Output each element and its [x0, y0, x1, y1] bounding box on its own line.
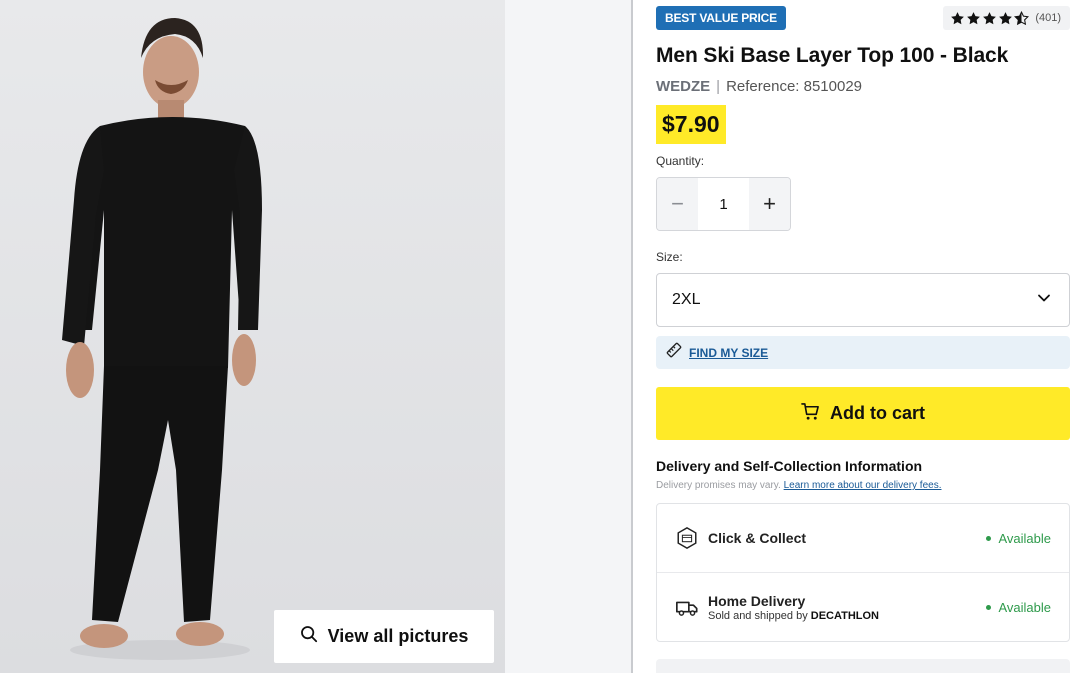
availability-label: Available	[998, 530, 1051, 546]
delivery-option-name: Home Delivery	[708, 593, 806, 609]
delivery-options: Click & Collect Available Home Delivery …	[656, 503, 1070, 642]
star-rating	[950, 10, 1030, 26]
star-icon	[967, 11, 981, 24]
availability-status: Available	[986, 531, 1051, 546]
size-label: Size:	[656, 250, 683, 264]
seller-info: Sold and shipped by DECATHLON	[708, 610, 986, 622]
quantity-decrease-button[interactable]: −	[657, 178, 698, 230]
product-image-gallery[interactable]: View all pictures	[0, 0, 505, 673]
quantity-stepper: − 1 +	[656, 177, 791, 231]
product-title: Men Ski Base Layer Top 100 - Black	[656, 44, 1009, 67]
delivery-title: Delivery and Self-Collection Information	[656, 458, 923, 474]
add-to-cart-button[interactable]: Add to cart	[656, 387, 1070, 440]
seller-prefix: Sold and shipped by	[708, 610, 808, 622]
quantity-increase-button[interactable]: +	[749, 178, 790, 230]
gallery-gap	[505, 0, 631, 673]
half-star-icon	[1014, 10, 1030, 25]
delivery-option-click-collect[interactable]: Click & Collect Available	[657, 504, 1069, 573]
view-all-pictures-button[interactable]: View all pictures	[274, 610, 494, 663]
gallery-divider	[631, 0, 633, 673]
product-price: $7.90	[656, 105, 726, 144]
truck-icon	[674, 595, 700, 621]
size-select[interactable]: 2XL	[656, 273, 1070, 327]
status-dot	[986, 535, 992, 541]
next-section	[656, 659, 1070, 673]
star-icon	[999, 11, 1013, 24]
availability-status: Available	[986, 600, 1051, 615]
delivery-fees-link[interactable]: Learn more about our delivery fees.	[784, 480, 942, 491]
store-icon	[674, 525, 700, 551]
search-icon	[300, 625, 318, 648]
delivery-option-home-delivery[interactable]: Home Delivery Sold and shipped by DECATH…	[657, 573, 1069, 642]
delivery-note: Delivery promises may vary. Learn more a…	[656, 480, 942, 491]
rating-summary[interactable]: (401)	[943, 6, 1070, 30]
star-icon	[983, 11, 997, 24]
status-dot	[986, 605, 992, 610]
quantity-value[interactable]: 1	[698, 178, 749, 230]
brand-name[interactable]: WEDZE	[656, 78, 710, 95]
delivery-note-text: Delivery promises may vary.	[656, 480, 781, 491]
availability-label: Available	[998, 600, 1051, 615]
view-all-label: View all pictures	[327, 626, 469, 646]
cart-icon	[801, 402, 820, 426]
find-my-size-label: FIND MY SIZE	[689, 345, 769, 360]
ruler-icon	[666, 342, 682, 363]
separator: |	[716, 78, 721, 95]
product-reference: Reference: 8510029	[726, 78, 863, 95]
size-selected-value: 2XL	[672, 291, 701, 308]
seller-name: DECATHLON	[810, 610, 879, 622]
add-to-cart-label: Add to cart	[829, 403, 925, 423]
brand-reference-row: WEDZE | Reference: 8510029	[656, 78, 862, 95]
chevron-down-icon	[1037, 291, 1051, 310]
delivery-option-name: Click & Collect	[708, 530, 807, 546]
star-icon	[951, 11, 965, 24]
quantity-label: Quantity:	[656, 154, 705, 168]
product-info-panel: BEST VALUE PRICE (401) Men Ski Base Laye…	[656, 0, 1070, 673]
find-my-size-link[interactable]: FIND MY SIZE	[656, 336, 1070, 369]
product-photo	[0, 0, 505, 673]
rating-count: (401)	[1035, 12, 1061, 24]
best-value-badge: BEST VALUE PRICE	[656, 6, 786, 30]
